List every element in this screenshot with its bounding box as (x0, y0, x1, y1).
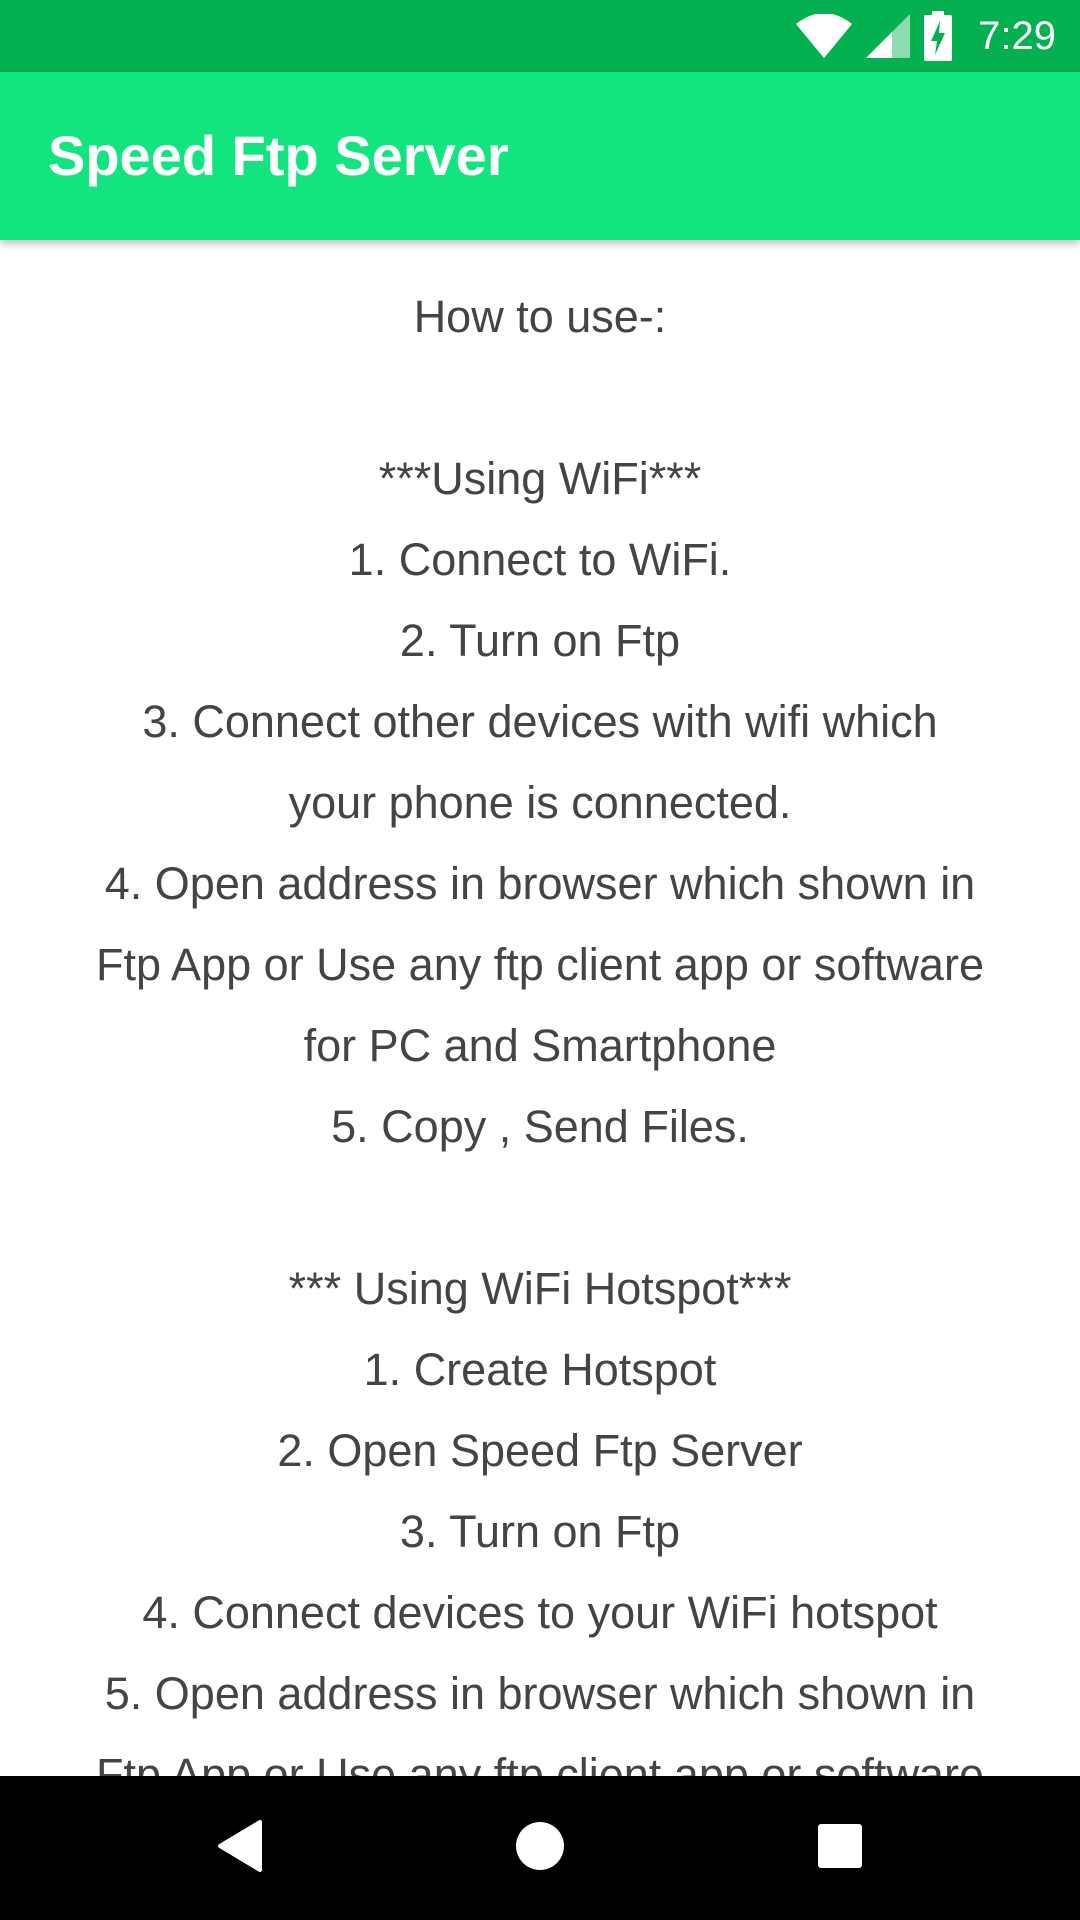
status-bar: 7:29 (0, 0, 1080, 72)
navigation-bar (0, 1776, 1080, 1920)
home-icon (515, 1821, 565, 1876)
instruction-line: 1. Create Hotspot (363, 1344, 717, 1395)
instruction-line: 5. Open address in browser which shown i… (104, 1668, 976, 1719)
app-bar: Speed Ftp Server (0, 72, 1080, 240)
back-button[interactable] (170, 1776, 310, 1920)
instruction-line: Ftp App or Use any ftp client app or sof… (96, 1749, 984, 1776)
back-icon (216, 1819, 264, 1877)
instruction-line: 2. Open Speed Ftp Server (277, 1425, 803, 1476)
instructions-scroll-view[interactable]: How to use-: ***Using WiFi*** 1. Connect… (0, 240, 1080, 1776)
instruction-line: 3. Connect other devices with wifi which (142, 696, 938, 747)
status-time: 7:29 (978, 13, 1056, 58)
wifi-icon (796, 14, 853, 58)
instructions-heading: How to use-: (413, 291, 667, 342)
recents-icon (817, 1823, 863, 1874)
app-title: Speed Ftp Server (48, 124, 509, 187)
instruction-line: 5. Copy , Send Files. (331, 1101, 749, 1152)
home-button[interactable] (470, 1776, 610, 1920)
wifi-section-heading: ***Using WiFi*** (378, 453, 702, 504)
instruction-line: 3. Turn on Ftp (399, 1506, 681, 1557)
battery-charging-icon (924, 11, 953, 61)
hotspot-section-heading: *** Using WiFi Hotspot*** (288, 1263, 792, 1314)
instruction-line: 4. Connect devices to your WiFi hotspot (142, 1587, 938, 1638)
instruction-line: your phone is connected. (288, 777, 792, 828)
instruction-line: 2. Turn on Ftp (399, 615, 681, 666)
instruction-line: 1. Connect to WiFi. (348, 534, 732, 585)
status-icons: 7:29 (796, 0, 1056, 72)
instruction-line: Ftp App or Use any ftp client app or sof… (96, 939, 984, 990)
instructions-text: How to use-: ***Using WiFi*** 1. Connect… (60, 276, 1020, 1776)
recents-button[interactable] (770, 1776, 910, 1920)
instruction-line: 4. Open address in browser which shown i… (104, 858, 976, 909)
instruction-line: for PC and Smartphone (303, 1020, 777, 1071)
cell-signal-icon (866, 14, 911, 58)
